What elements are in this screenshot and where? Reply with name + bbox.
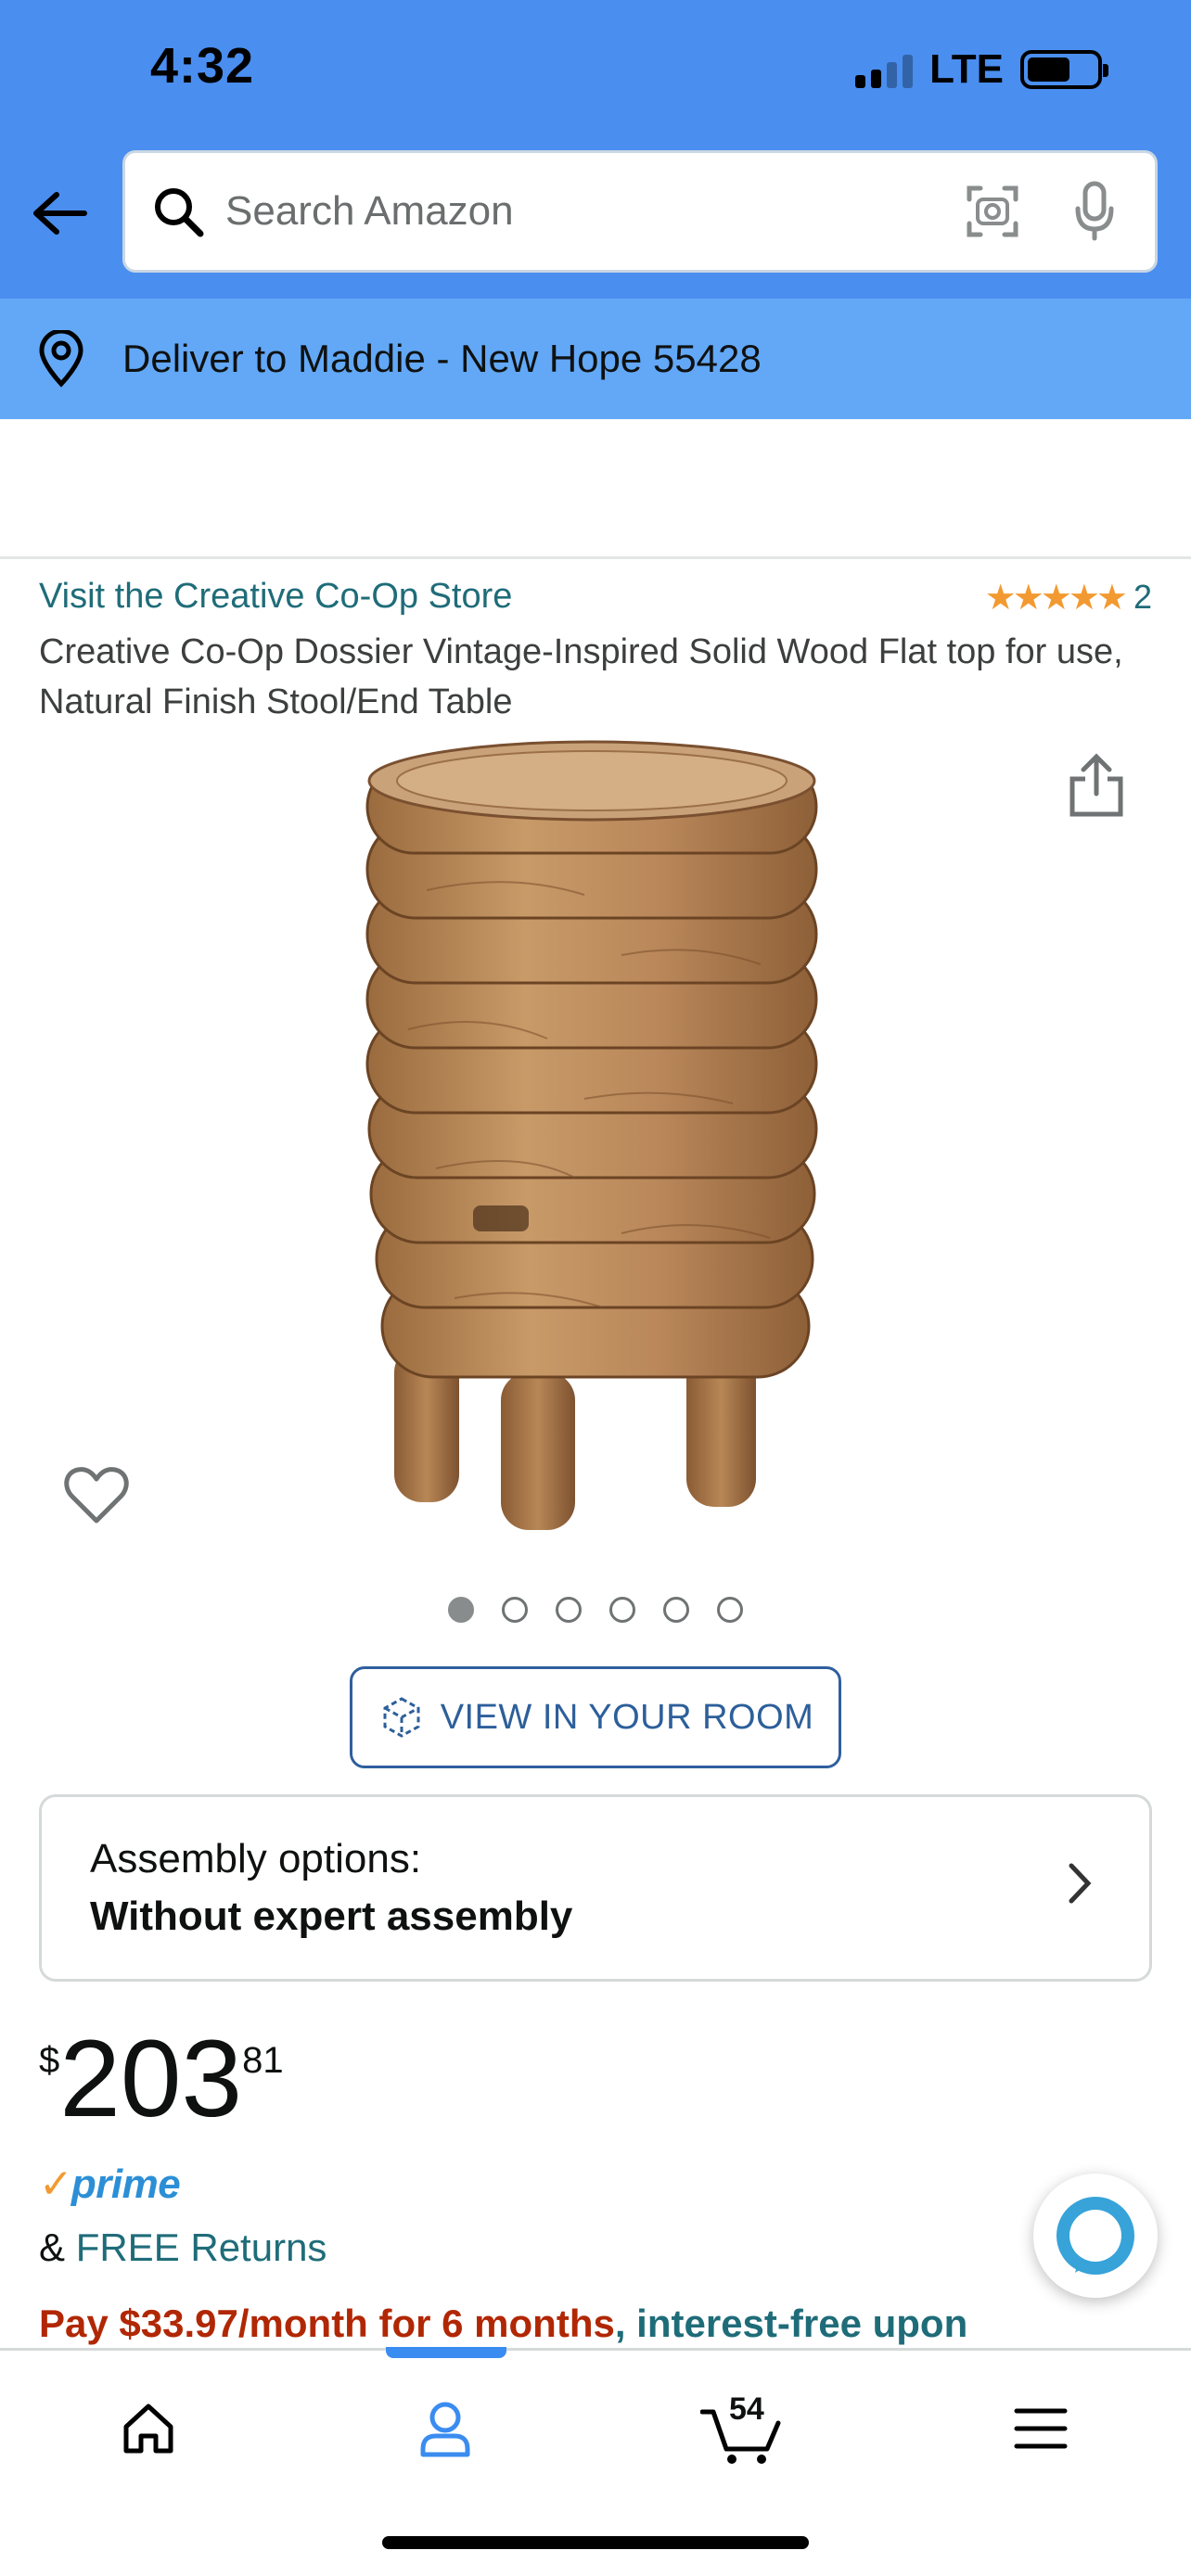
share-icon[interactable] — [1067, 751, 1132, 820]
alexa-icon — [1057, 2197, 1134, 2275]
carousel-dot[interactable] — [502, 1597, 528, 1623]
carousel-dot[interactable] — [609, 1597, 635, 1623]
home-indicator — [382, 2536, 809, 2549]
microphone-icon[interactable] — [1062, 174, 1127, 249]
carousel-dot[interactable] — [663, 1597, 689, 1623]
carousel-dot[interactable] — [717, 1597, 743, 1623]
product-rating[interactable]: ★★★★★ 2 — [985, 577, 1152, 618]
battery-icon — [1020, 50, 1108, 89]
view-in-your-room-label: VIEW IN YOUR ROOM — [440, 1697, 814, 1737]
cart-icon[interactable]: 54 — [696, 2382, 788, 2475]
free-returns-prefix: & — [39, 2225, 76, 2269]
account-icon[interactable] — [399, 2382, 492, 2475]
carousel-dot[interactable] — [556, 1597, 582, 1623]
prime-logo: prime — [70, 2161, 181, 2207]
financing-suffix: , interest-free upon — [614, 2302, 968, 2345]
financing-pay: Pay — [39, 2302, 120, 2345]
free-returns-line: & FREE Returns — [39, 2225, 327, 2270]
price-whole: 203 — [59, 2018, 243, 2140]
alexa-button[interactable] — [1033, 2174, 1158, 2298]
signal-icon — [855, 51, 914, 88]
location-pin-icon — [35, 328, 87, 389]
assembly-options-label: Assembly options: — [90, 1836, 422, 1881]
active-tab-indicator — [386, 2347, 506, 2358]
delivery-address: Deliver to Maddie - New Hope 55428 — [122, 337, 762, 380]
rating-stars: ★★★★★ — [984, 577, 1128, 618]
heart-icon[interactable] — [63, 1465, 132, 1530]
camera-scan-icon[interactable] — [960, 174, 1025, 249]
prime-badge: ✓ prime — [39, 2161, 181, 2208]
assembly-options-value: Without expert assembly — [90, 1894, 573, 1939]
image-carousel-dots[interactable] — [0, 1597, 1191, 1623]
hamburger-menu-icon[interactable] — [994, 2382, 1087, 2475]
section-divider — [0, 556, 1191, 559]
free-returns-link[interactable]: FREE Returns — [76, 2225, 327, 2269]
status-indicators: LTE — [855, 46, 1108, 93]
rating-count: 2 — [1133, 578, 1152, 616]
cart-count-badge: 54 — [729, 2391, 764, 2427]
view-in-your-room-button[interactable]: VIEW IN YOUR ROOM — [350, 1666, 841, 1768]
delivery-location-bar[interactable]: Deliver to Maddie - New Hope 55428 — [0, 299, 1191, 419]
search-icon — [149, 183, 207, 240]
prime-check-icon: ✓ — [39, 2162, 73, 2207]
price-fraction: 81 — [242, 2040, 284, 2081]
chevron-right-icon — [1066, 1860, 1103, 1916]
search-bar[interactable] — [122, 150, 1158, 273]
status-time: 4:32 — [150, 38, 255, 94]
product-image[interactable] — [343, 733, 844, 1549]
back-arrow-icon[interactable] — [28, 176, 93, 250]
carousel-dot[interactable] — [448, 1597, 474, 1623]
app-header: 4:32 LTE — [0, 0, 1191, 299]
store-link[interactable]: Visit the Creative Co-Op Store — [39, 577, 512, 617]
financing-amount: $33.97/month for 6 months — [119, 2302, 615, 2345]
search-input[interactable] — [225, 188, 960, 235]
network-label: LTE — [929, 46, 1004, 92]
product-price: $ 203 81 — [39, 2023, 284, 2135]
product-title: Creative Co-Op Dossier Vintage-Inspired … — [39, 632, 1123, 721]
price-currency: $ — [39, 2040, 60, 2081]
home-icon[interactable] — [102, 2382, 195, 2475]
assembly-options-selector[interactable]: Assembly options: Without expert assembl… — [39, 1794, 1152, 1982]
ar-cube-icon — [383, 1697, 420, 1738]
financing-offer[interactable]: Pay $33.97/month for 6 months, interest-… — [39, 2302, 1152, 2350]
